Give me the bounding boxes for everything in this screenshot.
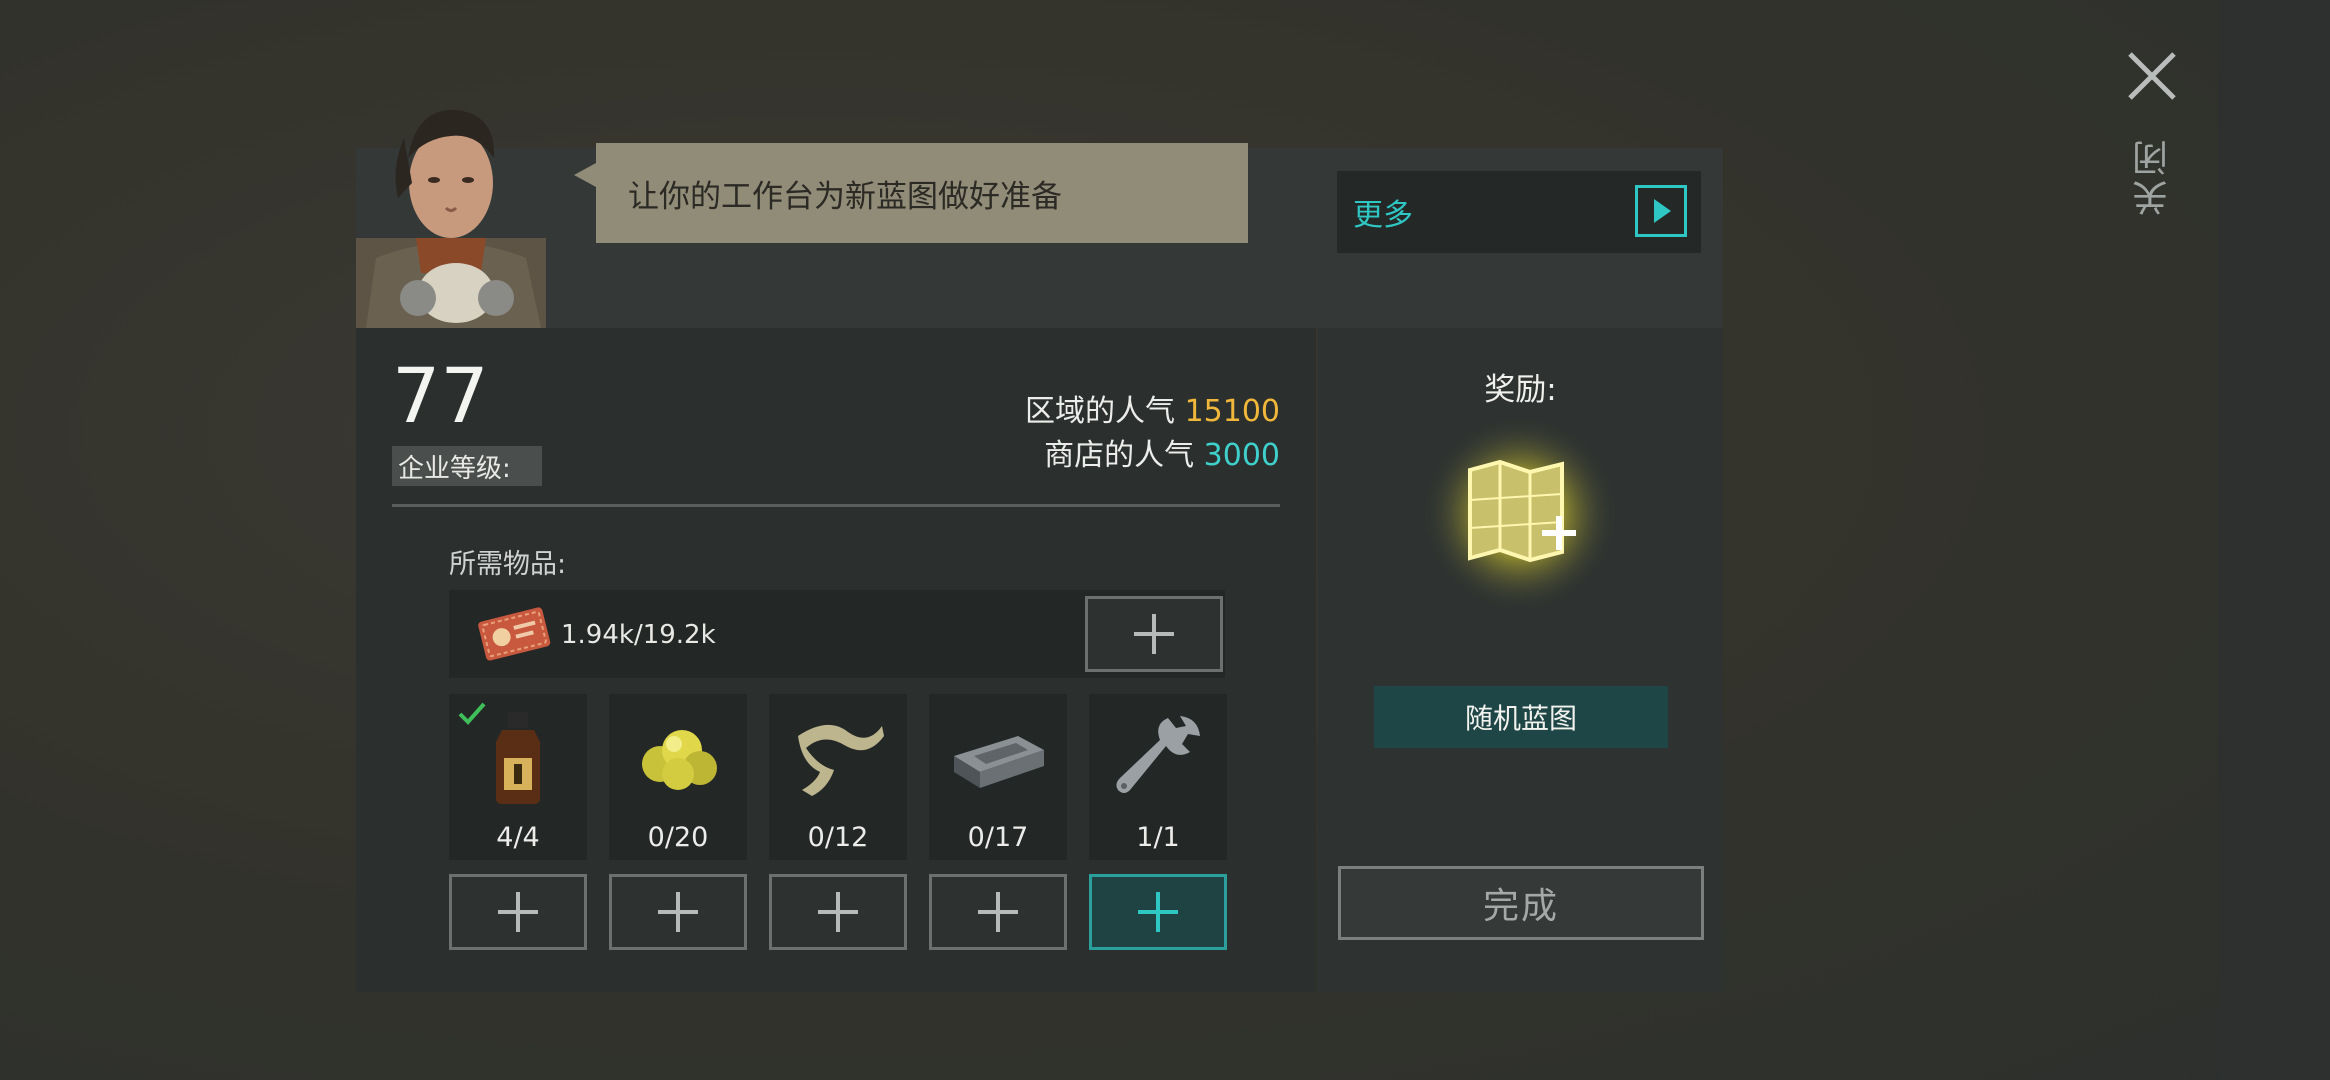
add-item-button-oil[interactable]	[449, 874, 587, 950]
wrench-icon	[1116, 716, 1200, 793]
item-slot-wrench: 1/1	[1089, 694, 1227, 860]
add-item-button-ingot[interactable]	[929, 874, 1067, 950]
side-strip	[2218, 0, 2330, 1080]
area-popularity-label: 区域的人气	[1025, 394, 1176, 429]
character-portrait	[356, 88, 546, 328]
dialog-header: 让你的工作台为新蓝图做好准备 更多	[356, 109, 1723, 328]
play-icon	[1635, 185, 1687, 237]
item-count: 4/4	[496, 822, 540, 853]
item-count: 1/1	[1136, 822, 1180, 853]
company-level-label: 企业等级:	[392, 446, 542, 486]
quest-dialog: 让你的工作台为新蓝图做好准备 更多 77 企业等级: 区域的人气 15100 商…	[356, 109, 1723, 992]
coupon-amount: 1.94k/19.2k	[561, 620, 716, 650]
plus-icon	[818, 892, 858, 932]
area-popularity: 区域的人气 15100	[1025, 386, 1280, 430]
item-slot-sulfur: 0/20	[609, 694, 747, 860]
item-count: 0/20	[647, 822, 709, 853]
speech-text: 让你的工作台为新蓝图做好准备	[628, 178, 1062, 215]
area-popularity-value: 15100	[1184, 394, 1280, 429]
sulfur-ore-icon	[642, 730, 717, 790]
plus-icon	[1138, 892, 1178, 932]
close-icon[interactable]	[2126, 50, 2178, 102]
item-slot-cloth: 0/12	[769, 694, 907, 860]
plus-icon	[1134, 614, 1174, 654]
oil-bottle-icon	[496, 712, 540, 804]
plus-icon	[658, 892, 698, 932]
required-items-label: 所需物品:	[449, 549, 567, 580]
shop-popularity-label: 商店的人气	[1044, 438, 1195, 473]
add-item-button-sulfur[interactable]	[609, 874, 747, 950]
item-slot-ingot: 0/17	[929, 694, 1067, 860]
cloth-strip-icon	[798, 724, 884, 796]
requirements-panel: 77 企业等级: 区域的人气 15100 商店的人气 3000 所需物品: 1.…	[356, 328, 1316, 992]
more-button[interactable]: 更多	[1337, 171, 1701, 253]
reward-label: 奖励:	[1484, 372, 1557, 408]
complete-button[interactable]: 完成	[1338, 866, 1704, 940]
add-coupon-button[interactable]	[1085, 596, 1223, 672]
reward-panel: 奖励: 随机蓝图 完成	[1318, 328, 1723, 992]
more-label: 更多	[1353, 198, 1413, 233]
plus-icon	[978, 892, 1018, 932]
company-level-value: 77	[392, 351, 489, 440]
shop-popularity-value: 3000	[1203, 438, 1280, 473]
add-item-button-cloth[interactable]	[769, 874, 907, 950]
divider	[392, 504, 1280, 507]
shop-popularity: 商店的人气 3000	[1044, 430, 1280, 474]
blueprint-map-icon	[1420, 414, 1620, 614]
metal-ingot-icon	[954, 736, 1044, 788]
close-label[interactable]: 关闭	[2128, 136, 2178, 216]
speech-bubble: 让你的工作台为新蓝图做好准备	[574, 143, 1248, 243]
plus-icon	[498, 892, 538, 932]
add-item-button-wrench[interactable]	[1089, 874, 1227, 950]
coupon-ticket-icon	[475, 602, 553, 664]
coupon-requirement: 1.94k/19.2k	[449, 590, 1225, 678]
item-count: 0/17	[967, 822, 1029, 853]
item-count: 0/12	[807, 822, 869, 853]
item-slot-oil: 4/4	[449, 694, 587, 860]
reward-name: 随机蓝图	[1374, 686, 1668, 748]
